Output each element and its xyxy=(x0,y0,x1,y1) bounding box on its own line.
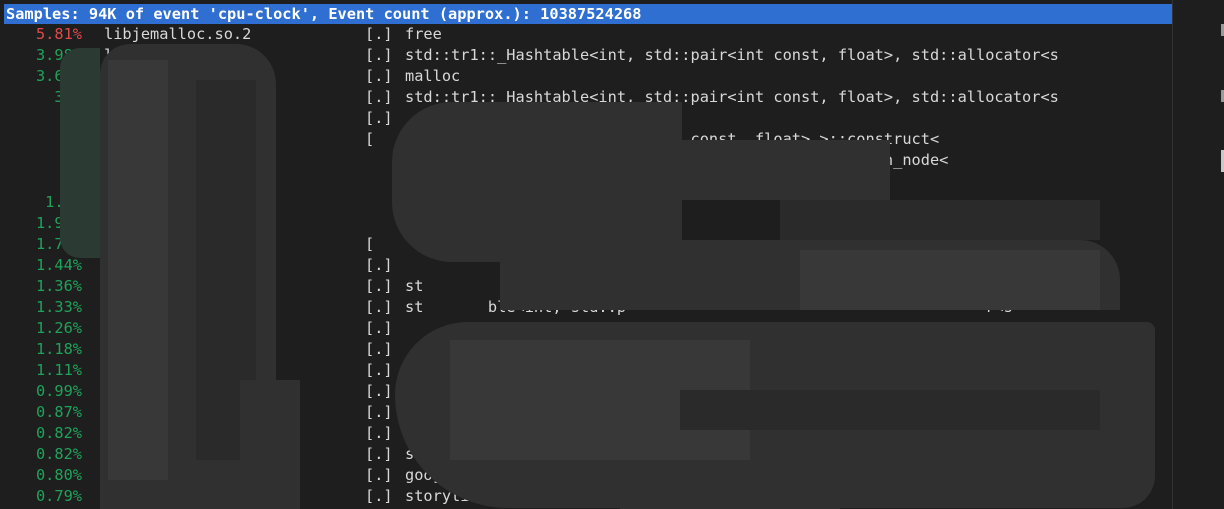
symbol-level: [.] xyxy=(365,277,393,295)
shared-object-name: libjemalloc.so.2 xyxy=(104,25,252,43)
symbol-name: free xyxy=(405,25,442,43)
overhead-percent: 0.99% xyxy=(35,382,82,400)
overhead-percent: 0.79% xyxy=(35,487,82,505)
perf-report-terminal: Samples: 94K of event 'cpu-clock', Event… xyxy=(0,0,1172,509)
symbol-level: [.] xyxy=(365,46,393,64)
symbol-name: malloc xyxy=(405,67,461,85)
symbol-level: [.] xyxy=(365,25,393,43)
overhead-percent: 0.87% xyxy=(35,403,82,421)
symbol-level: [.] xyxy=(365,256,393,274)
samples-header: Samples: 94K of event 'cpu-clock', Event… xyxy=(4,4,1172,24)
symbol-level: [ xyxy=(365,235,375,253)
overhead-percent: 1.33% xyxy=(35,298,82,316)
table-row[interactable]: 5.81% libjemalloc.so.2 [.] free xyxy=(0,24,1172,45)
overhead-percent: 1.18% xyxy=(35,340,82,358)
overhead-percent: 5.81% xyxy=(35,25,82,43)
symbol-level: [.] xyxy=(365,88,393,106)
symbol-level: [.] xyxy=(365,67,393,85)
symbol-name: std::tr1::_Hashtable<int, std::pair<int … xyxy=(405,46,1059,64)
overhead-percent: 1.44% xyxy=(35,256,82,274)
overhead-percent: 0.82% xyxy=(35,424,82,442)
symbol-level: [.] xyxy=(365,424,393,442)
terminal-scrollbar[interactable] xyxy=(1172,0,1224,509)
symbol-level: [.] xyxy=(365,109,393,127)
symbol-level: [.] xyxy=(365,319,393,337)
symbol-level: [.] xyxy=(365,361,393,379)
symbol-level: [.] xyxy=(365,340,393,358)
symbol-level: [.] xyxy=(365,487,393,505)
overhead-percent: 1.36% xyxy=(35,277,82,295)
symbol-level: [.] xyxy=(365,298,393,316)
overhead-percent: 0.82% xyxy=(35,445,82,463)
symbol-level: [.] xyxy=(365,466,393,484)
overhead-percent: 1.11% xyxy=(35,361,82,379)
overhead-percent: 1.26% xyxy=(35,319,82,337)
overhead-percent: 0.80% xyxy=(35,466,82,484)
symbol-level: [.] xyxy=(365,445,393,463)
